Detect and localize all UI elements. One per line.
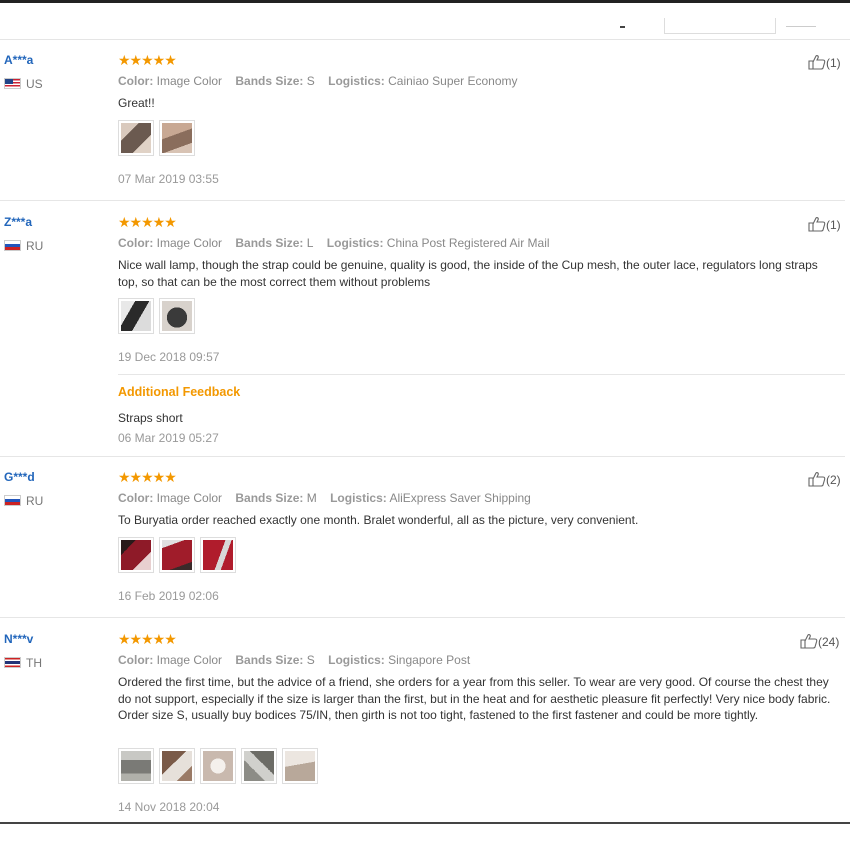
review-photo[interactable]: [159, 120, 195, 156]
helpful-button[interactable]: (1): [808, 54, 841, 70]
review-photo[interactable]: [241, 748, 277, 784]
review-date: 14 Nov 2018 20:04: [118, 800, 220, 814]
review-date: 16 Feb 2019 02:06: [118, 589, 219, 603]
helpful-count: (1): [826, 56, 841, 70]
review-date: 19 Dec 2018 09:57: [118, 350, 220, 364]
reviewer-country: RU: [4, 239, 43, 253]
review-photo[interactable]: [159, 537, 195, 573]
review-photo[interactable]: [118, 120, 154, 156]
reviewer-country: TH: [4, 656, 42, 670]
thumbs-up-icon: [808, 472, 826, 487]
order-info: Color: Image Color Bands Size: L Logisti…: [118, 236, 550, 250]
helpful-button[interactable]: (1): [808, 216, 841, 232]
review-photo[interactable]: [118, 537, 154, 573]
additional-feedback-text: Straps short: [118, 411, 183, 425]
review-photo[interactable]: [159, 748, 195, 784]
star-rating: ★★★★★: [118, 469, 177, 485]
review-text: Great!!: [118, 96, 155, 110]
review-photos: [118, 537, 241, 575]
review-photo[interactable]: [200, 537, 236, 573]
helpful-count: (1): [826, 218, 841, 232]
order-info: Color: Image Color Bands Size: S Logisti…: [118, 653, 471, 667]
helpful-button[interactable]: (24): [800, 633, 839, 649]
reviewer-country: RU: [4, 494, 43, 508]
order-info: Color: Image Color Bands Size: S Logisti…: [118, 74, 518, 88]
thumbs-up-icon: [808, 217, 826, 232]
additional-divider: [118, 374, 845, 375]
review-text: Ordered the first time, but the advice o…: [118, 675, 831, 722]
us-flag-icon: [4, 78, 21, 89]
star-rating: ★★★★★: [118, 214, 177, 230]
toolbar-divider: [0, 39, 850, 40]
helpful-count: (24): [818, 635, 840, 649]
thumbs-up-icon: [808, 55, 826, 70]
review-photos: [118, 120, 200, 158]
reviewer-name[interactable]: N***v: [4, 632, 33, 646]
review-text: To Buryatia order reached exactly one mo…: [118, 513, 639, 527]
reviewer-country: US: [4, 77, 43, 91]
ru-flag-icon: [4, 240, 21, 251]
review-photo[interactable]: [200, 748, 236, 784]
helpful-count: (2): [826, 473, 841, 487]
review-photos: [118, 298, 200, 336]
ru-flag-icon: [4, 495, 21, 506]
additional-feedback-date: 06 Mar 2019 05:27: [118, 431, 219, 445]
review-photos: [118, 748, 323, 786]
review-date: 07 Mar 2019 03:55: [118, 172, 219, 186]
reviewer-name[interactable]: Z***a: [4, 215, 32, 229]
thumbs-up-icon: [800, 634, 818, 649]
bottom-border: [0, 822, 850, 824]
star-rating: ★★★★★: [118, 631, 177, 647]
additional-feedback-title: Additional Feedback: [118, 385, 241, 399]
review-divider: [0, 200, 845, 201]
reviewer-name[interactable]: G***d: [4, 470, 35, 484]
review-divider: [0, 617, 845, 618]
reviewer-name[interactable]: A***a: [4, 53, 33, 67]
review-photo[interactable]: [282, 748, 318, 784]
toolbar-line: [786, 26, 816, 27]
top-border: [0, 0, 850, 3]
helpful-button[interactable]: (2): [808, 471, 841, 487]
order-info: Color: Image Color Bands Size: M Logisti…: [118, 491, 531, 505]
review-divider: [0, 456, 845, 457]
th-flag-icon: [4, 657, 21, 668]
sort-select[interactable]: [664, 18, 776, 34]
review-photo[interactable]: [159, 298, 195, 334]
sort-dash: [620, 26, 625, 28]
review-photo[interactable]: [118, 748, 154, 784]
star-rating: ★★★★★: [118, 52, 177, 68]
review-photo[interactable]: [118, 298, 154, 334]
review-text: Nice wall lamp, though the strap could b…: [118, 258, 818, 289]
